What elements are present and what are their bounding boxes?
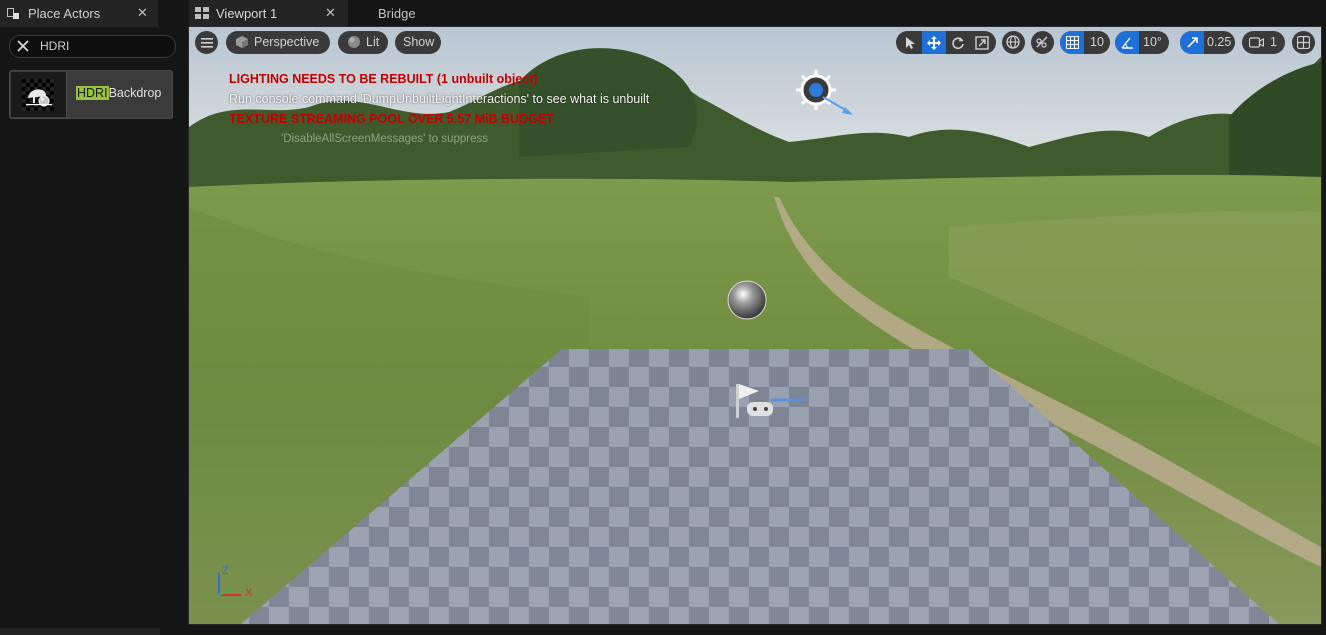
rotate-icon <box>952 37 964 50</box>
camera-speed-button[interactable]: 1 <box>1242 31 1285 54</box>
search-match-highlight: HDRI <box>76 86 109 100</box>
transform-tools <box>896 31 996 54</box>
scale-snap-group: 0.25 <box>1180 31 1235 54</box>
translate-mode-button[interactable] <box>922 31 946 54</box>
viewport-menu-button[interactable] <box>195 31 218 54</box>
viewport-layout-icon <box>195 7 209 19</box>
place-actors-icon <box>7 8 19 19</box>
hdri-backdrop-icon <box>26 89 52 107</box>
rotation-snap-toggle[interactable] <box>1115 31 1139 54</box>
layout-icon <box>1297 36 1310 49</box>
cursor-icon <box>906 37 915 49</box>
hdri-backdrop-thumbnail <box>11 72 67 117</box>
rotate-mode-button[interactable] <box>946 31 970 54</box>
camera-icon <box>1249 37 1264 48</box>
close-icon[interactable]: ✕ <box>325 5 336 21</box>
surface-snap-icon <box>1036 36 1048 48</box>
tab-bridge[interactable]: Bridge <box>365 0 435 26</box>
perspective-cube-icon <box>236 36 248 48</box>
globe-icon <box>1006 35 1020 49</box>
grid-snap-toggle[interactable] <box>1060 31 1084 54</box>
lit-sphere-icon <box>348 36 360 48</box>
search-box <box>9 35 176 58</box>
show-label: Show <box>403 35 435 49</box>
hdri-backdrop-result[interactable]: HDRIBackdrop <box>9 70 173 119</box>
select-mode-button[interactable] <box>898 31 922 54</box>
scale-snap-value[interactable]: 0.25 <box>1207 31 1231 54</box>
camera-speed-value: 1 <box>1270 35 1277 49</box>
scale-snap-toggle[interactable] <box>1180 31 1204 54</box>
world-local-toggle[interactable] <box>1002 31 1025 54</box>
surface-snapping-button[interactable] <box>1031 31 1054 54</box>
hdri-backdrop-label: HDRIBackdrop <box>76 86 161 100</box>
grid-snap-group: 10 <box>1060 31 1110 54</box>
tab-viewport[interactable]: Viewport 1 ✕ <box>189 0 348 26</box>
angle-icon <box>1121 37 1133 49</box>
rotation-snap-group: 10° <box>1115 31 1169 54</box>
perspective-button[interactable]: Perspective <box>226 31 330 54</box>
lighting-rebuild-warning: LIGHTING NEEDS TO BE REBUILT (1 unbuilt … <box>229 72 538 86</box>
lit-label: Lit <box>366 35 380 49</box>
tab-bridge-label: Bridge <box>378 6 416 21</box>
scale-icon <box>975 36 989 50</box>
clear-search-icon[interactable] <box>15 38 31 54</box>
bottom-panel-tab[interactable] <box>0 628 160 635</box>
place-actors-tab-label: Place Actors <box>28 6 101 21</box>
search-input[interactable] <box>40 37 170 55</box>
texture-streaming-warning: TEXTURE STREAMING POOL OVER 5.57 MiB BUD… <box>229 112 554 126</box>
place-actors-panel: Place Actors ✕ HDRIBackdrop <box>0 0 185 635</box>
move-icon <box>927 36 941 50</box>
lit-button[interactable]: Lit <box>338 31 388 54</box>
scale-mode-button[interactable] <box>970 31 994 54</box>
axis-z-label: Z <box>222 565 229 577</box>
tab-viewport-label: Viewport 1 <box>216 6 278 21</box>
suppress-hint: 'DisableAllScreenMessages' to suppress <box>281 133 489 145</box>
axis-indicator <box>218 573 241 596</box>
perspective-label: Perspective <box>254 35 320 49</box>
menu-icon <box>201 38 213 48</box>
grid-snap-value[interactable]: 10 <box>1090 31 1104 54</box>
axis-x-label: X <box>245 587 253 599</box>
close-icon[interactable]: ✕ <box>137 5 148 21</box>
scale-snap-icon <box>1187 37 1198 48</box>
show-button[interactable]: Show <box>395 31 441 54</box>
place-actors-tab[interactable]: Place Actors ✕ <box>0 0 158 28</box>
viewport-layout-button[interactable] <box>1292 31 1315 54</box>
result-label-rest: Backdrop <box>108 86 162 100</box>
rotation-snap-value[interactable]: 10° <box>1143 31 1162 54</box>
grid-icon <box>1066 36 1079 49</box>
level-viewport[interactable]: Perspective Lit Show 10 10° 0.25 1 LIGHT… <box>189 27 1321 624</box>
console-command-hint: Run console command 'DumpUnbuiltLightInt… <box>229 92 650 106</box>
